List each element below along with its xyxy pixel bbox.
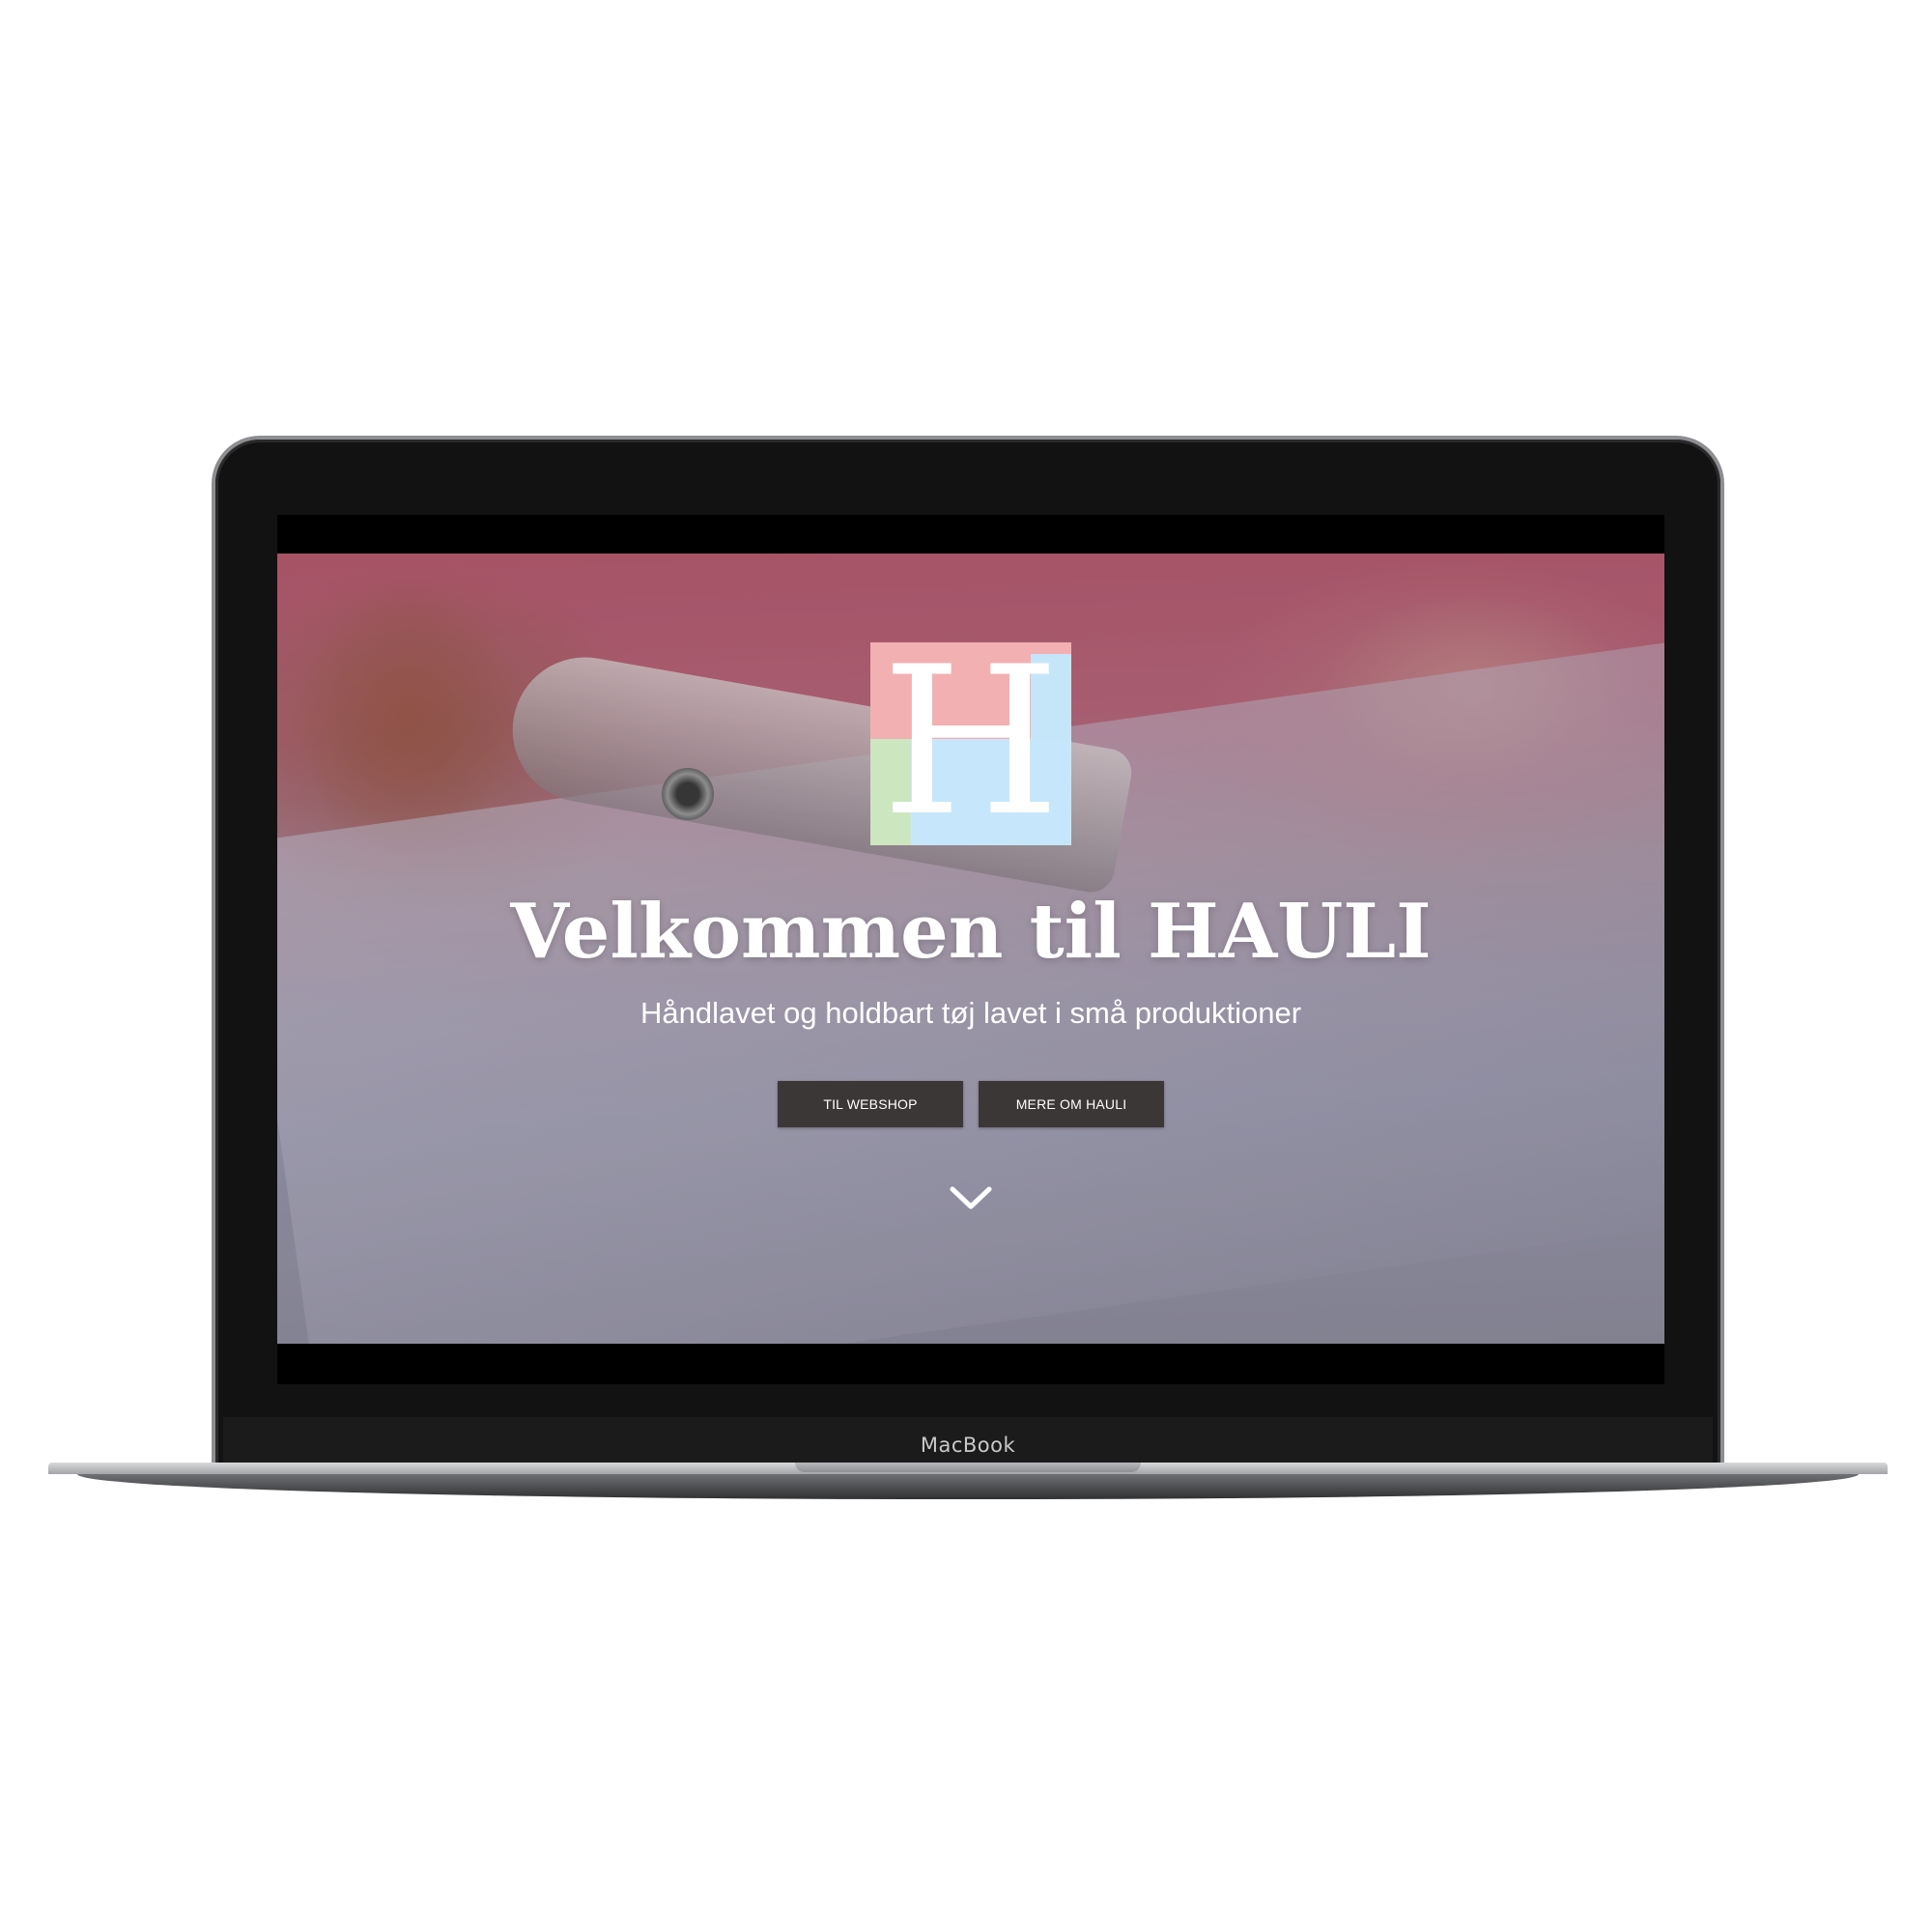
hero-buttons: TIL WEBSHOP MERE OM HAULI [277,1081,1664,1127]
mockup-stage: H Velkommen til HAULI Håndlavet og holdb… [0,0,1932,1932]
macbook-label: MacBook [920,1434,1016,1457]
laptop-chin: MacBook [223,1417,1713,1465]
laptop-opening-notch [795,1463,1141,1472]
webshop-button[interactable]: TIL WEBSHOP [778,1081,963,1127]
hero-title: Velkommen til HAULI [510,888,1432,976]
chevron-down-icon[interactable] [949,1183,993,1212]
laptop-base [48,1463,1888,1501]
laptop-lid: H Velkommen til HAULI Håndlavet og holdb… [215,440,1720,1465]
hauli-logo[interactable]: H [870,642,1071,845]
hero-section: H Velkommen til HAULI Håndlavet og holdb… [277,554,1664,1344]
laptop-screen: H Velkommen til HAULI Håndlavet og holdb… [277,515,1664,1384]
hero-subtitle: Håndlavet og holdbart tøj lavet i små pr… [639,996,1302,1030]
laptop-base-bottom [77,1474,1859,1499]
logo-letter: H [881,642,1061,845]
about-hauli-button[interactable]: MERE OM HAULI [979,1081,1164,1127]
